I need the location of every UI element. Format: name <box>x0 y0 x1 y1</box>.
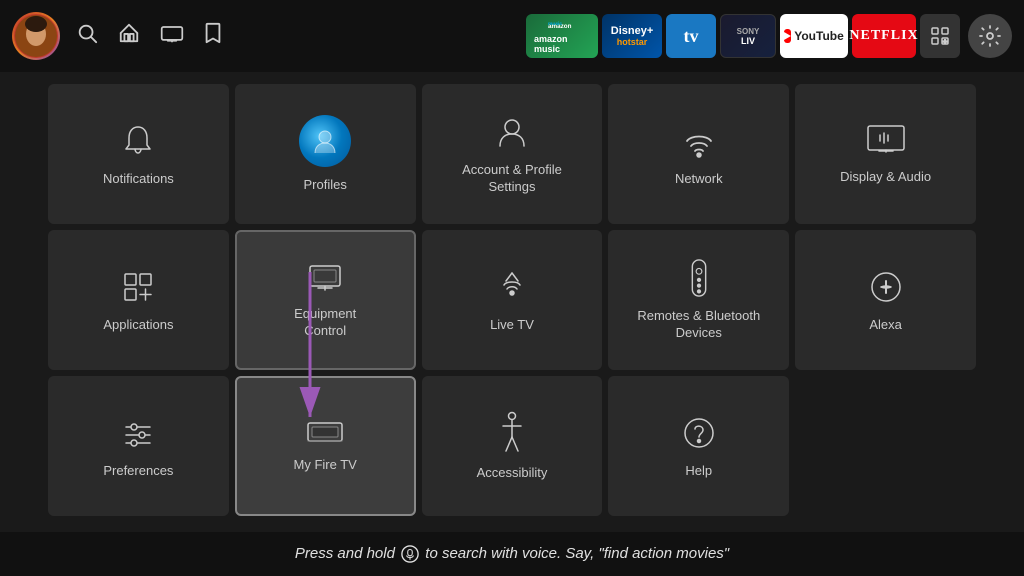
settings-grid: Notifications Profiles Account & Profile… <box>48 84 976 516</box>
tile-accessibility[interactable]: Accessibility <box>422 376 603 516</box>
bottom-bar: Press and hold to search with voice. Say… <box>0 532 1024 576</box>
wifi-icon <box>679 121 719 161</box>
tile-equipment-control[interactable]: Equipment Control <box>235 230 416 370</box>
top-navigation: amazon music amazon music Disney+ hotsta… <box>0 0 1024 72</box>
tile-notifications[interactable]: Notifications <box>48 84 229 224</box>
amazon-music-app[interactable]: amazon music amazon music <box>526 14 598 58</box>
settings-main: Notifications Profiles Account & Profile… <box>0 72 1024 516</box>
preferences-icon <box>118 413 158 453</box>
tile-preferences[interactable]: Preferences <box>48 376 229 516</box>
tile-applications[interactable]: Applications <box>48 230 229 370</box>
disney-hotstar-app[interactable]: Disney+ hotstar <box>602 14 662 58</box>
hint-post: to search with voice. Say, "find action … <box>421 545 729 562</box>
tile-preferences-label: Preferences <box>103 463 173 480</box>
tile-remotes-label: Remotes & Bluetooth Devices <box>637 308 760 342</box>
tile-accessibility-label: Accessibility <box>477 465 548 482</box>
tile-display-audio-label: Display & Audio <box>840 169 931 186</box>
youtube-play-icon <box>784 29 791 43</box>
tile-my-fire-tv[interactable]: My Fire TV <box>235 376 416 516</box>
bell-icon <box>118 121 158 161</box>
tile-help-label: Help <box>685 463 712 480</box>
tile-live-tv-label: Live TV <box>490 317 534 334</box>
tile-alexa-label: Alexa <box>869 317 902 334</box>
account-icon <box>492 112 532 152</box>
nav-icon-group <box>68 22 230 50</box>
app-shortcuts: amazon music amazon music Disney+ hotsta… <box>526 14 1012 58</box>
tile-network[interactable]: Network <box>608 84 789 224</box>
tile-account-label: Account & Profile Settings <box>462 162 562 196</box>
svg-text:+: + <box>943 39 947 46</box>
tile-network-label: Network <box>675 171 723 188</box>
applications-icon <box>118 267 158 307</box>
help-icon <box>679 413 719 453</box>
more-apps-button[interactable]: + <box>920 14 960 58</box>
accessibility-icon <box>495 411 529 455</box>
tv-app[interactable]: tv <box>666 14 716 58</box>
sonyliv-app[interactable]: SONY LIV <box>720 14 776 58</box>
tv-icon[interactable] <box>160 22 184 50</box>
search-icon[interactable] <box>76 22 98 50</box>
mic-circle-icon <box>401 545 419 563</box>
youtube-app[interactable]: YouTube <box>780 14 848 58</box>
tile-account[interactable]: Account & Profile Settings <box>422 84 603 224</box>
svg-text:music: music <box>548 21 562 27</box>
bookmark-icon[interactable] <box>204 22 222 50</box>
tile-profiles[interactable]: Profiles <box>235 84 416 224</box>
hint-pre: Press and hold <box>295 545 399 562</box>
fire-tv-icon <box>304 419 346 447</box>
tile-display-audio[interactable]: Display & Audio <box>795 84 976 224</box>
bottom-hint-text: Press and hold to search with voice. Say… <box>295 545 729 563</box>
equipment-icon <box>304 260 346 296</box>
tile-profiles-label: Profiles <box>304 177 347 194</box>
tile-remotes-bluetooth[interactable]: Remotes & Bluetooth Devices <box>608 230 789 370</box>
live-tv-icon <box>492 267 532 307</box>
profiles-avatar-icon <box>299 115 351 167</box>
tile-fire-tv-label: My Fire TV <box>294 457 357 474</box>
user-avatar[interactable] <box>12 12 60 60</box>
tile-live-tv[interactable]: Live TV <box>422 230 603 370</box>
home-icon[interactable] <box>118 22 140 50</box>
tile-equipment-label: Equipment Control <box>294 306 356 340</box>
tile-help[interactable]: Help <box>608 376 789 516</box>
settings-button[interactable] <box>968 14 1012 58</box>
netflix-app[interactable]: NETFLIX <box>852 14 916 58</box>
tile-notifications-label: Notifications <box>103 171 174 188</box>
display-icon <box>865 123 907 159</box>
alexa-icon <box>866 267 906 307</box>
remote-icon <box>684 258 714 298</box>
tile-applications-label: Applications <box>103 317 173 334</box>
tile-alexa[interactable]: Alexa <box>795 230 976 370</box>
